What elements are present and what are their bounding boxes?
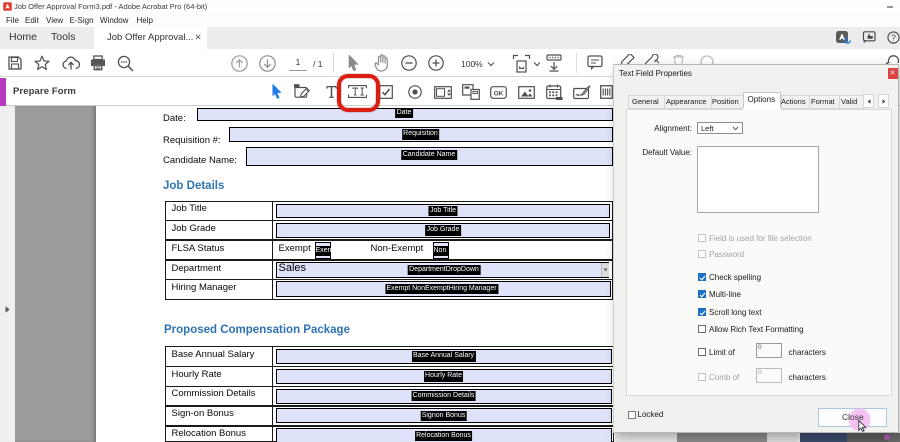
svg-text:?: ? [891,32,896,42]
svg-text:OK: OK [494,91,504,98]
